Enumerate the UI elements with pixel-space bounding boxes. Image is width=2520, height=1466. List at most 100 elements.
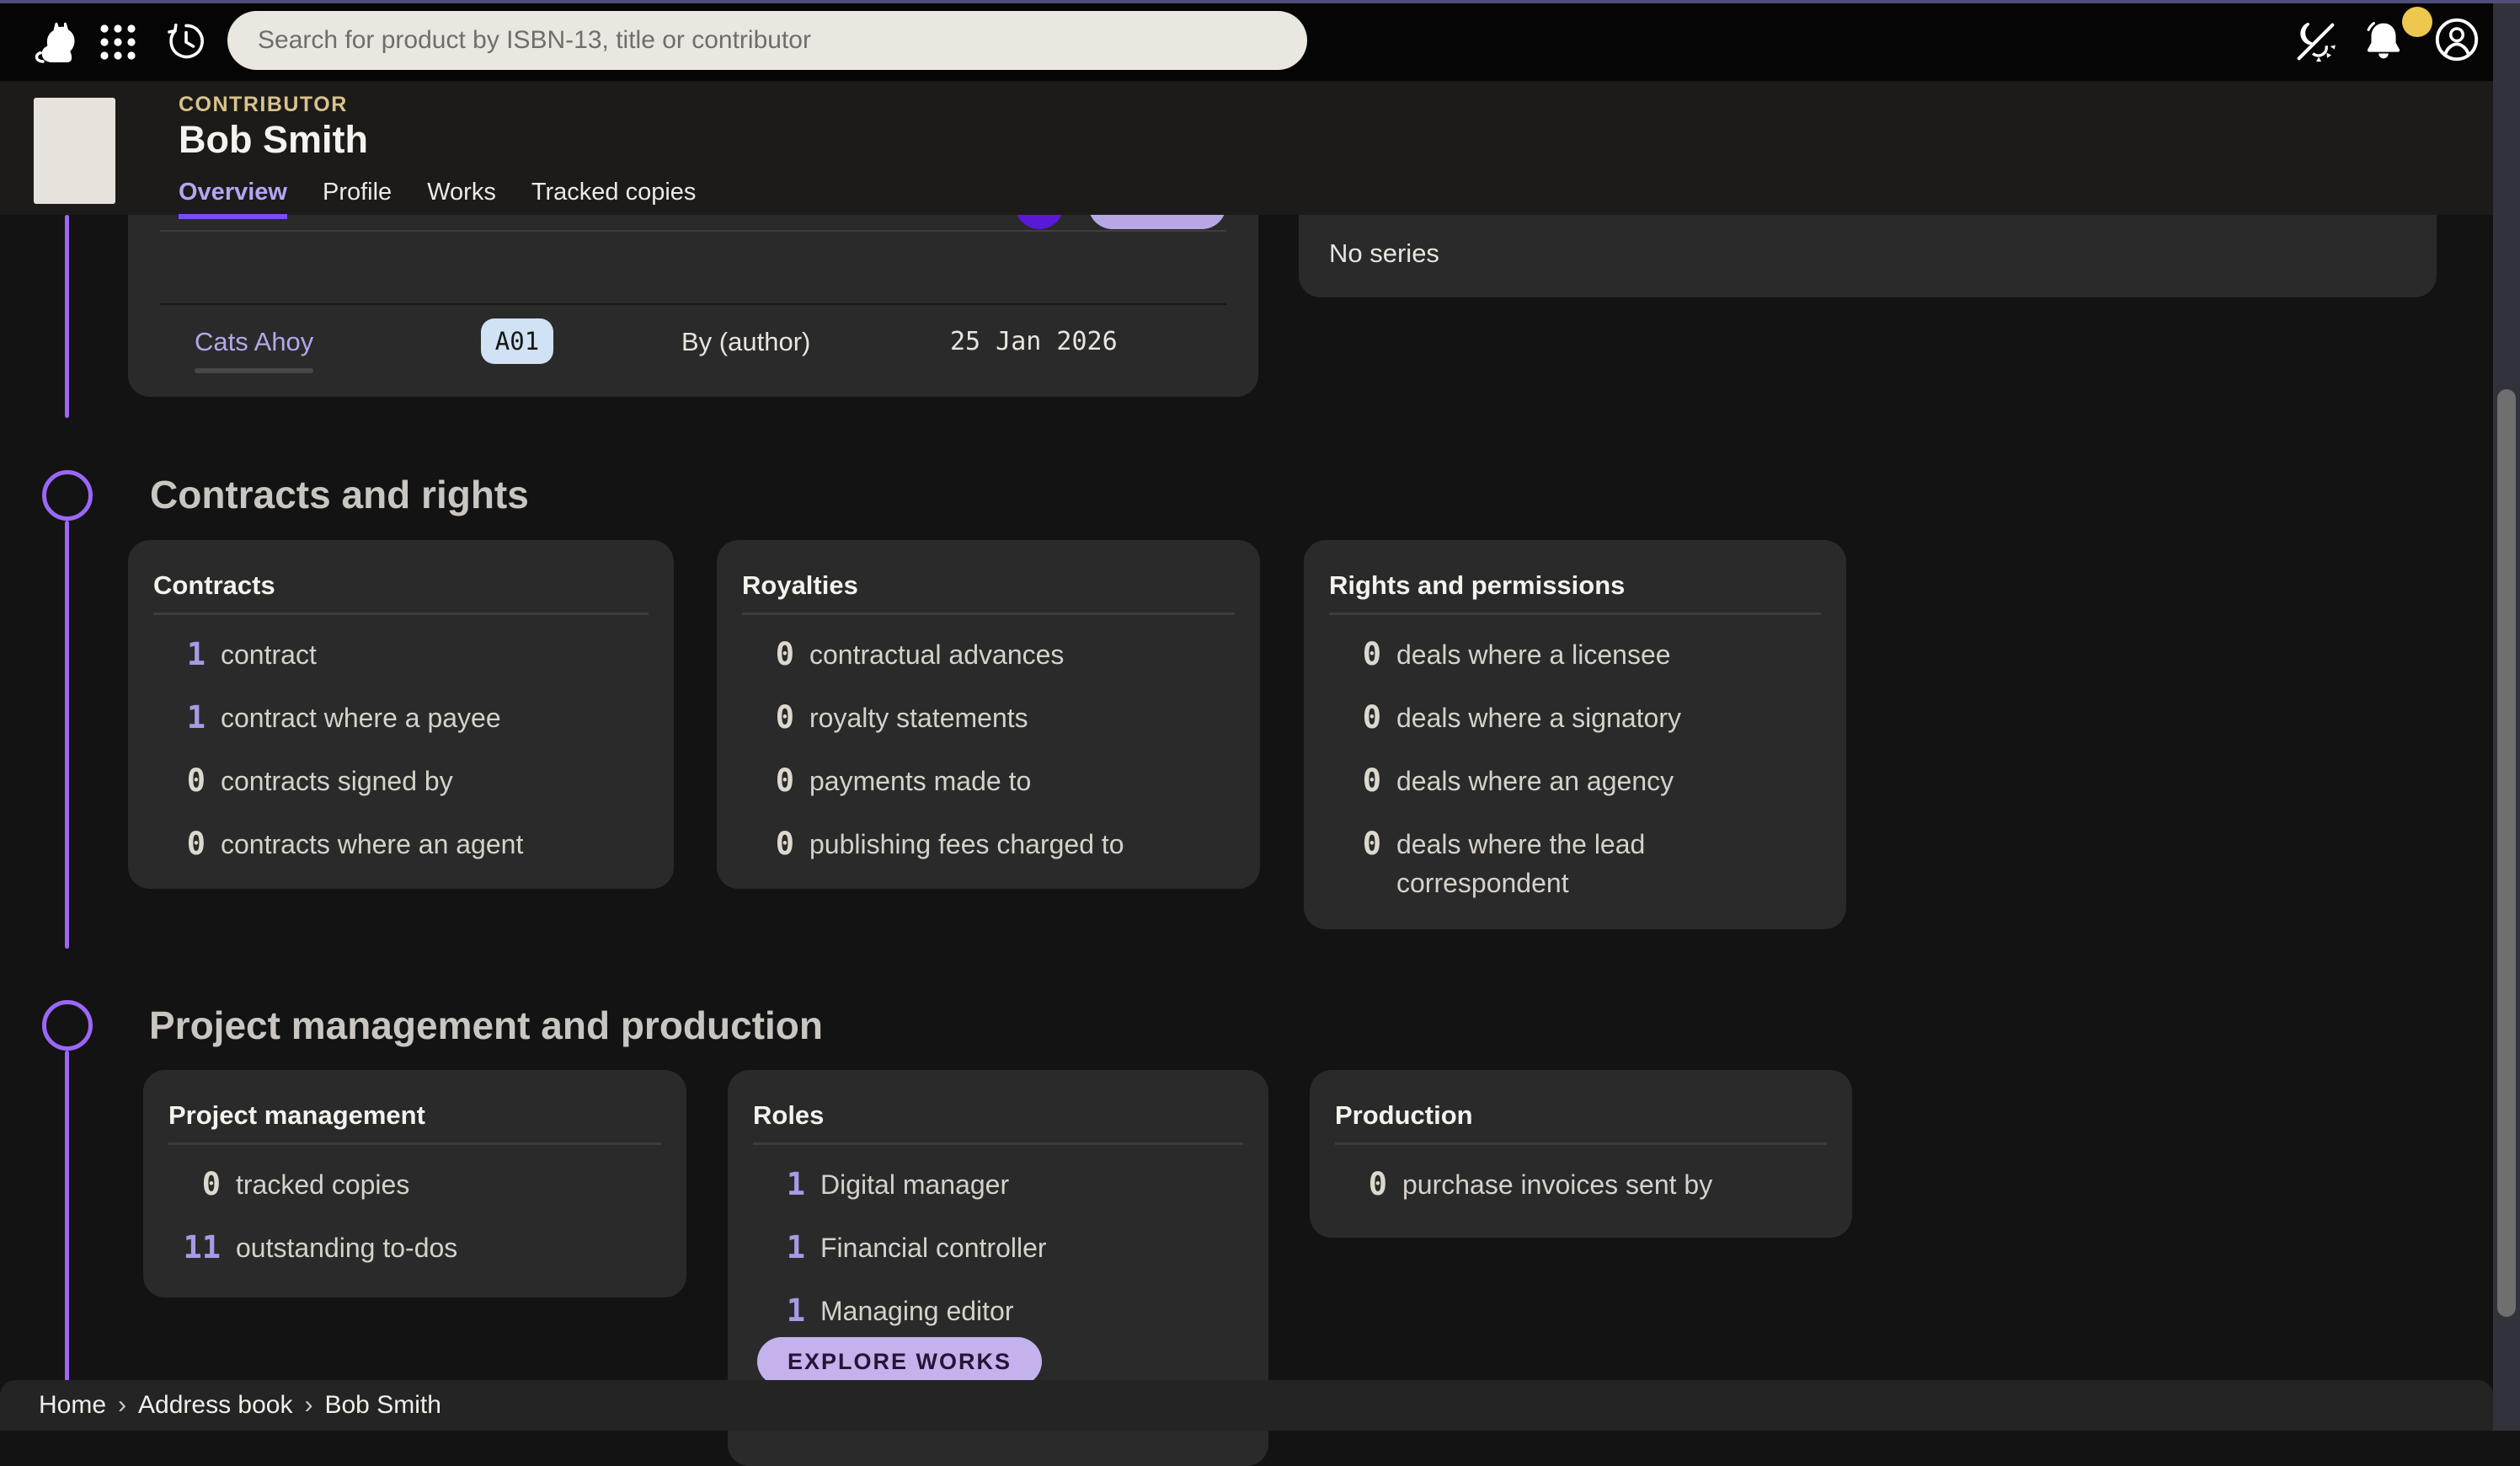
work-pub-date: 25 Jan 2026	[950, 327, 1118, 356]
tab-tracked-copies[interactable]: Tracked copies	[531, 179, 697, 219]
section-title-contracts-and-rights: Contracts and rights	[150, 472, 529, 517]
divider	[160, 230, 1226, 232]
stat-item: 0 tracked copies	[168, 1165, 661, 1204]
timeline-line	[65, 1051, 69, 1386]
breadcrumb-current: Bob Smith	[324, 1391, 440, 1420]
stat-card-production: Production 0 purchase invoices sent by	[1310, 1070, 1852, 1238]
tab-overview[interactable]: Overview	[179, 179, 287, 219]
stat-label: contract where a payee	[221, 698, 501, 737]
stat-label: tracked copies	[236, 1165, 409, 1204]
stat-item: 0 payments made to	[742, 762, 1235, 800]
explore-works-button[interactable]: EXPLORE WORKS	[757, 1337, 1042, 1386]
stat-item: 0 deals where a licensee	[1329, 635, 1821, 674]
stat-count: 0	[742, 698, 794, 737]
search-input[interactable]	[227, 26, 1307, 55]
stat-item: 0 purchase invoices sent by	[1335, 1165, 1827, 1204]
divider	[742, 613, 1235, 615]
stat-count: 1	[753, 1165, 805, 1204]
stat-item: 0 deals where the lead correspondent	[1329, 825, 1821, 902]
stat-item: 0 contracts where an agent	[153, 825, 649, 864]
stat-label: contractual advances	[809, 635, 1064, 674]
stat-count: 1	[153, 698, 206, 737]
stat-item: 0 publishing fees charged to	[742, 825, 1235, 864]
breadcrumb: Home › Address book › Bob Smith	[0, 1380, 2493, 1431]
stat-label: deals where a signatory	[1396, 698, 1681, 737]
tab-bar: Overview Profile Works Tracked copies	[179, 179, 696, 219]
stat-count: 0	[153, 825, 206, 864]
stat-item[interactable]: 1 Digital manager	[753, 1165, 1243, 1204]
card-title: Roles	[753, 1100, 1243, 1131]
stat-label: Financial controller	[820, 1228, 1047, 1267]
stat-count: 1	[753, 1292, 805, 1330]
divider	[1335, 1142, 1827, 1145]
stat-label: Managing editor	[820, 1292, 1013, 1330]
stat-label: deals where the lead correspondent	[1396, 825, 1759, 902]
stat-count: 0	[742, 762, 794, 800]
divider	[160, 303, 1226, 305]
breadcrumb-home[interactable]: Home	[39, 1391, 106, 1420]
card-title: Rights and permissions	[1329, 570, 1821, 601]
stat-card-contracts: Contracts 1 contract 1 contract where a …	[128, 540, 674, 889]
stat-count: 0	[742, 635, 794, 674]
stat-label: publishing fees charged to	[809, 825, 1124, 864]
stat-item[interactable]: 1 contract	[153, 635, 649, 674]
stat-count: 0	[1329, 698, 1381, 737]
timeline-node	[42, 470, 93, 521]
divider	[153, 613, 649, 615]
search-bar	[227, 11, 1307, 70]
contributor-avatar	[34, 98, 115, 204]
breadcrumb-address-book[interactable]: Address book	[138, 1391, 292, 1420]
stat-label: contracts where an agent	[221, 825, 523, 864]
stat-label: deals where an agency	[1396, 762, 1674, 800]
stat-count: 0	[742, 825, 794, 864]
page-title: Bob Smith	[179, 118, 368, 162]
stat-item[interactable]: 1 Managing editor	[753, 1292, 1243, 1330]
stat-label: royalty statements	[809, 698, 1028, 737]
stat-count: 0	[153, 762, 206, 800]
stat-label: outstanding to-dos	[236, 1228, 457, 1267]
divider	[753, 1142, 1243, 1145]
stat-count: 11	[168, 1228, 221, 1267]
breadcrumb-separator: ›	[304, 1391, 312, 1420]
card-title: Contracts	[153, 570, 649, 601]
top-accent-line	[0, 0, 2520, 3]
contributor-kicker: CONTRIBUTOR	[179, 93, 348, 117]
stat-card-rights-and-permissions: Rights and permissions 0 deals where a l…	[1304, 540, 1846, 929]
stat-label: purchase invoices sent by	[1402, 1165, 1712, 1204]
apps-grid-icon[interactable]	[96, 20, 140, 64]
history-icon[interactable]	[162, 17, 211, 66]
stat-count: 0	[168, 1165, 221, 1204]
theme-toggle-icon[interactable]	[2289, 15, 2341, 67]
notification-badge	[2402, 7, 2432, 37]
timeline-line	[65, 521, 69, 949]
work-role-text: By (author)	[681, 327, 810, 357]
stat-count: 1	[153, 635, 206, 674]
stat-label: contracts signed by	[221, 762, 453, 800]
scrollbar-thumb[interactable]	[2497, 389, 2516, 1317]
section-title-project-management: Project management and production	[149, 1003, 823, 1048]
stat-label: Digital manager	[820, 1165, 1009, 1204]
stat-item[interactable]: 1 contract where a payee	[153, 698, 649, 737]
stat-item: 0 deals where an agency	[1329, 762, 1821, 800]
breadcrumb-separator: ›	[118, 1391, 126, 1420]
card-title: Project management	[168, 1100, 661, 1131]
tab-works[interactable]: Works	[427, 179, 496, 219]
work-title-underline	[195, 368, 313, 373]
stat-item[interactable]: 1 Financial controller	[753, 1228, 1243, 1267]
timeline-node	[42, 1000, 93, 1051]
stat-label: contract	[221, 635, 317, 674]
work-title-link[interactable]: Cats Ahoy	[195, 327, 313, 357]
stat-count: 0	[1329, 762, 1381, 800]
card-title: Production	[1335, 1100, 1827, 1131]
card-title: Royalties	[742, 570, 1235, 601]
divider	[168, 1142, 661, 1145]
tab-profile[interactable]: Profile	[323, 179, 392, 219]
timeline-line	[65, 215, 69, 418]
topbar	[0, 0, 2520, 81]
cat-logo-icon[interactable]	[30, 15, 84, 69]
contributor-role-badge: A01	[481, 318, 553, 364]
divider	[1329, 613, 1821, 615]
stat-item: 0 deals where a signatory	[1329, 698, 1821, 737]
stat-item[interactable]: 11 outstanding to-dos	[168, 1228, 661, 1267]
account-icon[interactable]	[2431, 13, 2483, 66]
